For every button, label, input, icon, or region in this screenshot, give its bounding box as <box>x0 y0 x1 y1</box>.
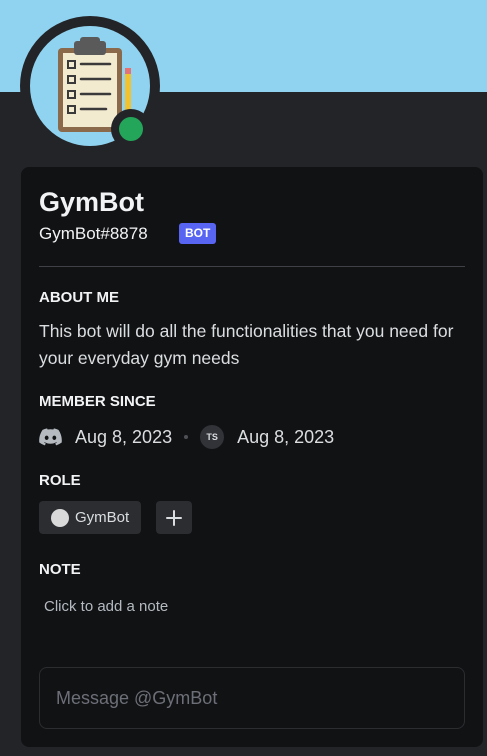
discord-member-since-date: Aug 8, 2023 <box>75 426 173 447</box>
discord-icon <box>39 428 62 446</box>
plus-icon <box>166 509 182 526</box>
separator-dot <box>184 435 189 439</box>
note-input[interactable]: Click to add a note <box>44 598 168 615</box>
role-title: ROLE <box>39 472 81 489</box>
about-me-title: ABOUT ME <box>39 289 119 306</box>
note-title: NOTE <box>39 561 81 578</box>
divider <box>39 266 465 267</box>
message-box[interactable] <box>39 667 465 729</box>
role-pill-gymbot[interactable]: GymBot <box>39 501 142 534</box>
online-status-indicator <box>119 117 143 141</box>
add-role-button[interactable] <box>156 501 192 534</box>
role-color-dot <box>51 508 69 527</box>
display-name: GymBot <box>39 187 145 217</box>
server-icon[interactable]: TS <box>200 425 225 449</box>
message-input[interactable] <box>56 687 448 709</box>
username[interactable]: GymBot#8878 <box>39 224 148 244</box>
about-me-text: This bot will do all the functionalities… <box>39 321 454 368</box>
server-member-since-date: Aug 8, 2023 <box>237 426 335 447</box>
member-since-row: Aug 8, 2023 TS Aug 8, 2023 <box>39 424 334 450</box>
member-since-title: MEMBER SINCE <box>39 393 156 410</box>
profile-card <box>21 167 483 747</box>
role-name: GymBot <box>75 509 130 526</box>
bot-tag-badge: BOT <box>179 223 217 244</box>
